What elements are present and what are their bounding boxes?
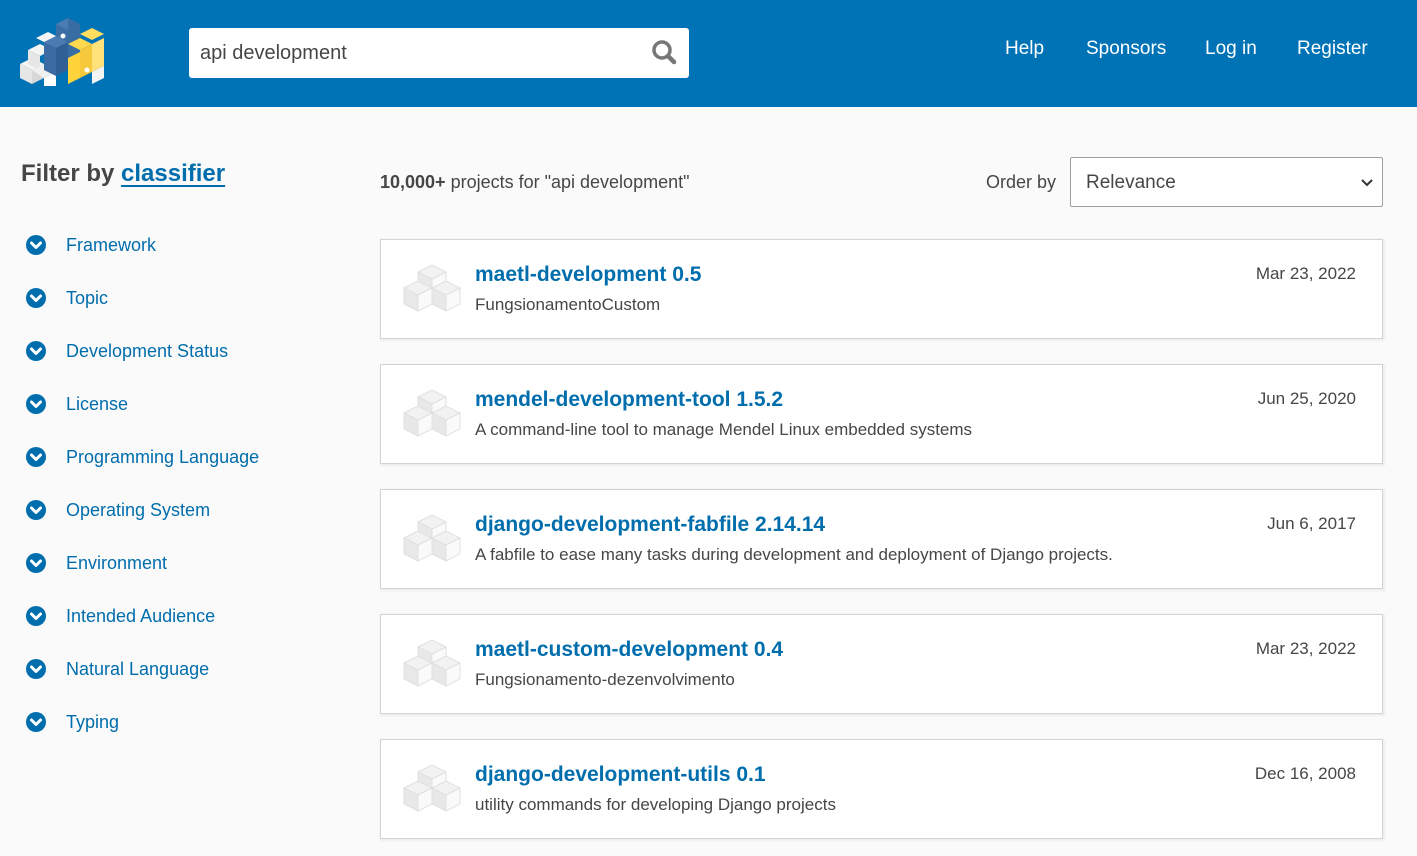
chevron-circle-down-icon	[26, 659, 46, 679]
chevron-circle-down-icon	[26, 235, 46, 255]
package-card[interactable]: maetl-custom-development 0.4 Fungsionamen…	[380, 614, 1383, 714]
facet-natural-language[interactable]: Natural Language	[25, 656, 209, 682]
chevron-circle-down-icon	[26, 553, 46, 573]
search-input[interactable]	[189, 28, 639, 78]
facet-typing[interactable]: Typing	[25, 709, 119, 735]
package-icon	[403, 764, 461, 812]
facet-label: Operating System	[66, 499, 211, 520]
package-description: FungsionamentoCustom	[475, 295, 661, 314]
chevron-circle-down-icon	[26, 712, 46, 732]
package-card[interactable]: maetl-development 0.5 FungsionamentoCusto…	[380, 239, 1383, 339]
package-card[interactable]: mendel-development-tool 1.5.2 A command-l…	[380, 364, 1383, 464]
chevron-down-icon	[1361, 179, 1373, 187]
package-name-link[interactable]: django-development-utils 0.1	[475, 763, 766, 787]
chevron-circle-down-icon	[26, 288, 46, 308]
facet-environment[interactable]: Environment	[25, 550, 167, 576]
package-description: A command-line tool to manage Mendel Lin…	[475, 420, 973, 439]
nav-register-link[interactable]: Register	[1297, 38, 1368, 60]
classifier-link[interactable]: classifier	[121, 160, 225, 187]
package-icon	[403, 264, 461, 312]
nav-help-link[interactable]: Help	[1005, 38, 1044, 60]
package-icon	[403, 514, 461, 562]
results-count: 10,000+ projects for "api development"	[380, 172, 689, 193]
facet-label: Topic	[66, 287, 109, 308]
facet-label: Framework	[66, 234, 157, 255]
facet-label: Intended Audience	[66, 605, 216, 626]
nav-sponsors-link[interactable]: Sponsors	[1086, 38, 1166, 60]
chevron-circle-down-icon	[26, 341, 46, 361]
filter-heading-prefix: Filter by	[21, 160, 115, 187]
facet-operating-system[interactable]: Operating System	[25, 497, 210, 523]
pypi-logo-icon	[20, 18, 104, 86]
chevron-circle-down-icon	[26, 500, 46, 520]
order-by-value: Relevance	[1086, 172, 1176, 193]
package-description: Fungsionamento-dezenvolvimento	[475, 670, 735, 689]
package-release-date: Dec 16, 2008	[1254, 764, 1356, 783]
facet-license[interactable]: License	[25, 391, 128, 417]
order-by-label: Order by	[986, 172, 1057, 192]
facet-label: License	[66, 393, 129, 414]
package-name-link[interactable]: mendel-development-tool 1.5.2	[475, 388, 783, 412]
nav-login-link[interactable]: Log in	[1205, 38, 1257, 60]
chevron-circle-down-icon	[26, 606, 46, 626]
pypi-logo[interactable]	[18, 14, 106, 90]
results-count-number: 10,000+	[380, 172, 446, 192]
facet-intended-audience[interactable]: Intended Audience	[25, 603, 215, 629]
search-icon	[652, 40, 677, 65]
filter-heading: Filter by classifier	[21, 160, 225, 188]
site-header: Help Sponsors Log in Register	[0, 0, 1417, 107]
facet-label: Development Status	[66, 340, 229, 361]
chevron-circle-down-icon	[26, 447, 46, 467]
facet-topic[interactable]: Topic	[25, 285, 108, 311]
package-release-date: Jun 6, 2017	[1267, 514, 1356, 533]
package-card[interactable]: django-development-utils 0.1 utility comm…	[380, 739, 1383, 839]
order-by-select[interactable]: Relevance	[1070, 157, 1383, 207]
facet-label: Environment	[66, 552, 168, 573]
package-card[interactable]: django-development-fabfile 2.14.14 A fabf…	[380, 489, 1383, 589]
package-icon	[403, 389, 461, 437]
package-description: A fabfile to ease many tasks during deve…	[475, 545, 1113, 564]
package-name-link[interactable]: django-development-fabfile 2.14.14	[475, 513, 825, 537]
chevron-circle-down-icon	[26, 394, 46, 414]
package-name-link[interactable]: maetl-custom-development 0.4	[475, 638, 783, 662]
package-name-link[interactable]: maetl-development 0.5	[475, 263, 701, 287]
results-count-text: projects for "api development"	[445, 172, 690, 192]
facet-development-status[interactable]: Development Status	[25, 338, 228, 364]
package-release-date: Mar 23, 2022	[1255, 264, 1356, 283]
package-icon	[403, 639, 461, 687]
facet-label: Typing	[66, 711, 120, 732]
package-release-date: Mar 23, 2022	[1255, 639, 1356, 658]
facet-programming-language[interactable]: Programming Language	[25, 444, 259, 470]
search-box	[189, 28, 689, 78]
facet-label: Programming Language	[66, 446, 260, 467]
package-release-date: Jun 25, 2020	[1257, 389, 1356, 408]
facet-framework[interactable]: Framework	[25, 232, 156, 258]
package-description: utility commands for developing Django p…	[475, 795, 836, 814]
search-button[interactable]	[649, 38, 681, 68]
facet-label: Natural Language	[66, 658, 210, 679]
